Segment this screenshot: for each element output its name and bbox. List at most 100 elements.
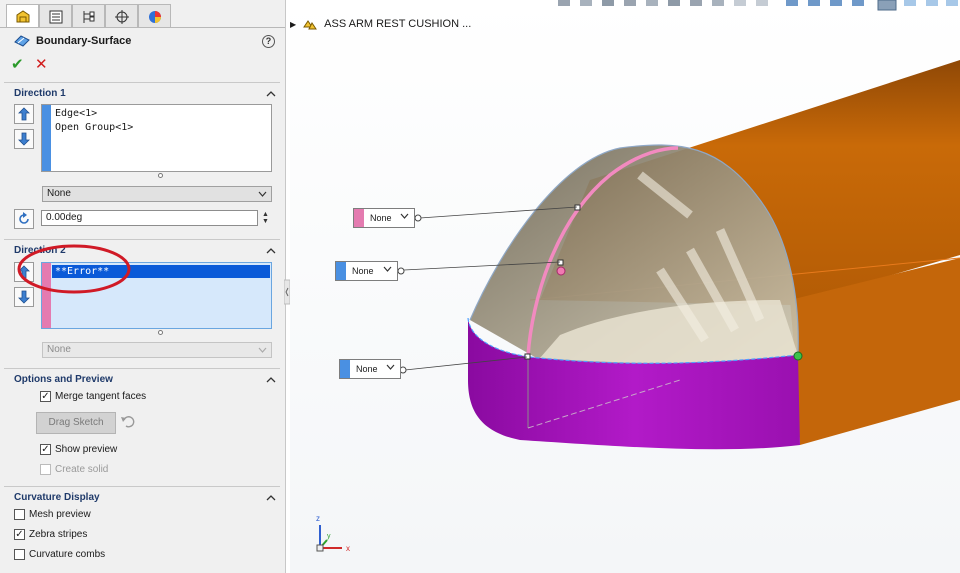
- chevron-down-icon: [386, 364, 395, 370]
- triad-y-label: y: [327, 533, 331, 540]
- display-style-icon[interactable]: [668, 0, 680, 6]
- chevron-down-icon: [400, 213, 409, 219]
- property-manager-icon: [16, 9, 29, 22]
- view-cube-icon[interactable]: [946, 0, 958, 6]
- cancel-button[interactable]: ✕: [35, 55, 48, 73]
- chevron-down-icon: [258, 191, 267, 197]
- direction1-title: Direction 1: [14, 88, 66, 99]
- previous-view-icon[interactable]: [602, 0, 614, 6]
- connector-point[interactable]: [793, 351, 803, 361]
- collapse-options-icon[interactable]: [266, 375, 276, 385]
- appearance-pie-icon: [148, 10, 161, 23]
- callout-tangency-direction1-upper[interactable]: None: [335, 261, 398, 281]
- callout-tangency-direction1-lower[interactable]: None: [339, 359, 401, 379]
- handle-point[interactable]: [524, 353, 531, 360]
- callout-color-bar: [354, 209, 364, 227]
- checkbox-unchecked[interactable]: [14, 549, 25, 560]
- document-name: ASS ARM REST CUSHION ...: [324, 18, 472, 30]
- boundary-surface-icon: [14, 35, 30, 47]
- show-preview-checkbox[interactable]: ✓ Show preview: [40, 444, 117, 455]
- tab-divider: [0, 27, 285, 28]
- list-item[interactable]: Open Group<1>: [55, 122, 133, 133]
- section-divider: [4, 368, 280, 369]
- mesh-preview-checkbox[interactable]: Mesh preview: [14, 509, 91, 520]
- view-cube-icon[interactable]: [786, 0, 798, 6]
- collapse-curvature-icon[interactable]: [266, 493, 276, 503]
- create-solid-checkbox[interactable]: Create solid: [40, 464, 108, 475]
- direction2-tangent-dropdown[interactable]: None: [42, 342, 272, 358]
- direction1-color-bar: [42, 105, 51, 171]
- configuration-icon: [83, 10, 94, 23]
- ok-button[interactable]: ✔: [11, 55, 24, 73]
- curvature-title: Curvature Display: [14, 492, 100, 503]
- handle-point[interactable]: [574, 204, 581, 211]
- checkbox-unchecked[interactable]: [40, 464, 51, 475]
- tab-property-manager[interactable]: [6, 4, 39, 28]
- view-orientation-icon[interactable]: [646, 0, 658, 6]
- move-up-button[interactable]: [14, 104, 34, 124]
- expand-arrow-icon[interactable]: ▶: [290, 20, 296, 29]
- checkbox-label: Mesh preview: [29, 509, 91, 520]
- list-item[interactable]: Edge<1>: [55, 108, 97, 119]
- merge-tangent-faces-checkbox[interactable]: ✓ Merge tangent faces: [40, 391, 146, 402]
- graphics-area[interactable]: z x y: [290, 0, 960, 573]
- feature-header: Boundary-Surface: [14, 34, 131, 48]
- arrow-up-icon: [18, 107, 30, 121]
- move-down-button[interactable]: [14, 129, 34, 149]
- scene-icon[interactable]: [734, 0, 746, 6]
- reverse-direction-icon: [19, 212, 29, 224]
- tab-feature-manager[interactable]: [39, 4, 72, 28]
- property-manager: Boundary-Surface ? ✔ ✕ Direction 1 Edge<…: [0, 0, 286, 573]
- edit-appearance-icon[interactable]: [712, 0, 724, 6]
- options-title: Options and Preview: [14, 374, 113, 385]
- checkbox-checked[interactable]: ✓: [40, 391, 51, 402]
- hide-show-icon[interactable]: [690, 0, 702, 6]
- tab-display-manager[interactable]: [138, 4, 171, 28]
- zebra-stripes-checkbox[interactable]: ✓ Zebra stripes: [14, 529, 87, 540]
- handle-point[interactable]: [557, 259, 564, 266]
- breadcrumb[interactable]: ▶ ASS ARM REST CUSHION ...: [290, 17, 471, 31]
- undo-drag-icon[interactable]: [120, 414, 136, 428]
- tab-configuration-manager[interactable]: [72, 4, 105, 28]
- list-resize-grip[interactable]: [158, 173, 163, 178]
- collapse-direction1-icon[interactable]: [266, 89, 276, 99]
- section-view-icon[interactable]: [624, 0, 636, 6]
- curvature-combs-checkbox[interactable]: Curvature combs: [14, 549, 105, 560]
- list-resize-grip[interactable]: [158, 330, 163, 335]
- view-cube-icon[interactable]: [808, 0, 820, 6]
- draft-angle-input[interactable]: 0.00deg: [41, 210, 258, 226]
- view-cube-icon[interactable]: [852, 0, 864, 6]
- triad-z-label: z: [316, 514, 320, 523]
- checkbox-checked[interactable]: ✓: [14, 529, 25, 540]
- leader-endpoint: [397, 267, 405, 275]
- checkbox-checked[interactable]: ✓: [40, 444, 51, 455]
- error-highlight-circle: [17, 244, 131, 294]
- connector-point[interactable]: [556, 266, 566, 276]
- zoom-area-icon[interactable]: [580, 0, 592, 6]
- view-cube-active-icon[interactable]: [877, 0, 897, 11]
- checkbox-unchecked[interactable]: [14, 509, 25, 520]
- reverse-direction-button[interactable]: [14, 209, 34, 229]
- dropdown-value: None: [47, 344, 71, 355]
- zoom-fit-icon[interactable]: [558, 0, 570, 6]
- callout-color-bar: [340, 360, 350, 378]
- checkbox-label: Zebra stripes: [29, 529, 88, 540]
- drag-sketch-button[interactable]: Drag Sketch: [36, 412, 116, 434]
- view-cube-icon[interactable]: [926, 0, 938, 6]
- crosshair-icon: [114, 9, 129, 24]
- assembly-icon: [303, 20, 318, 30]
- collapse-direction2-icon[interactable]: [266, 246, 276, 256]
- direction1-tangent-dropdown[interactable]: None: [42, 186, 272, 202]
- checkbox-label: Curvature combs: [29, 549, 106, 560]
- angle-spinner[interactable]: ▲ ▼: [262, 211, 272, 225]
- view-cube-icon[interactable]: [830, 0, 842, 6]
- checkbox-label: Merge tangent faces: [55, 391, 147, 402]
- view-cube-icon[interactable]: [904, 0, 916, 6]
- direction1-selection-list[interactable]: Edge<1> Open Group<1>: [41, 104, 272, 172]
- callout-value: None: [370, 213, 392, 223]
- help-icon[interactable]: ?: [262, 35, 275, 48]
- tab-dimxpert-manager[interactable]: [105, 4, 138, 28]
- callout-tangency-direction2-top[interactable]: None: [353, 208, 415, 228]
- section-divider: [4, 82, 280, 83]
- view-settings-icon[interactable]: [756, 0, 768, 6]
